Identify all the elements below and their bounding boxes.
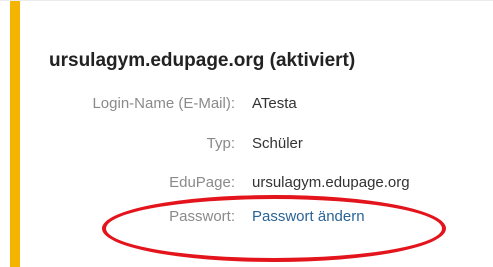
type-row: Typ: Schüler (0, 135, 493, 155)
edupage-value: ursulagym.edupage.org (252, 174, 410, 191)
type-label: Typ: (206, 135, 235, 152)
page: ursulagym.edupage.org (aktiviert) Login-… (0, 0, 493, 267)
login-name-label: Login-Name (E-Mail): (92, 95, 235, 112)
edupage-row: EduPage: ursulagym.edupage.org (0, 174, 493, 194)
login-name-row: Login-Name (E-Mail): ATesta (0, 95, 493, 115)
account-title: ursulagym.edupage.org (aktiviert) (49, 50, 356, 71)
password-row: Passwort: Passwort ändern (0, 208, 493, 228)
account-card: ursulagym.edupage.org (aktiviert) Login-… (0, 0, 493, 267)
type-value: Schüler (252, 135, 303, 152)
highlight-ellipse (102, 195, 446, 262)
change-password-link[interactable]: Passwort ändern (252, 208, 365, 225)
edupage-label: EduPage: (169, 174, 235, 191)
password-label: Passwort: (169, 208, 235, 225)
login-name-value: ATesta (252, 95, 297, 112)
